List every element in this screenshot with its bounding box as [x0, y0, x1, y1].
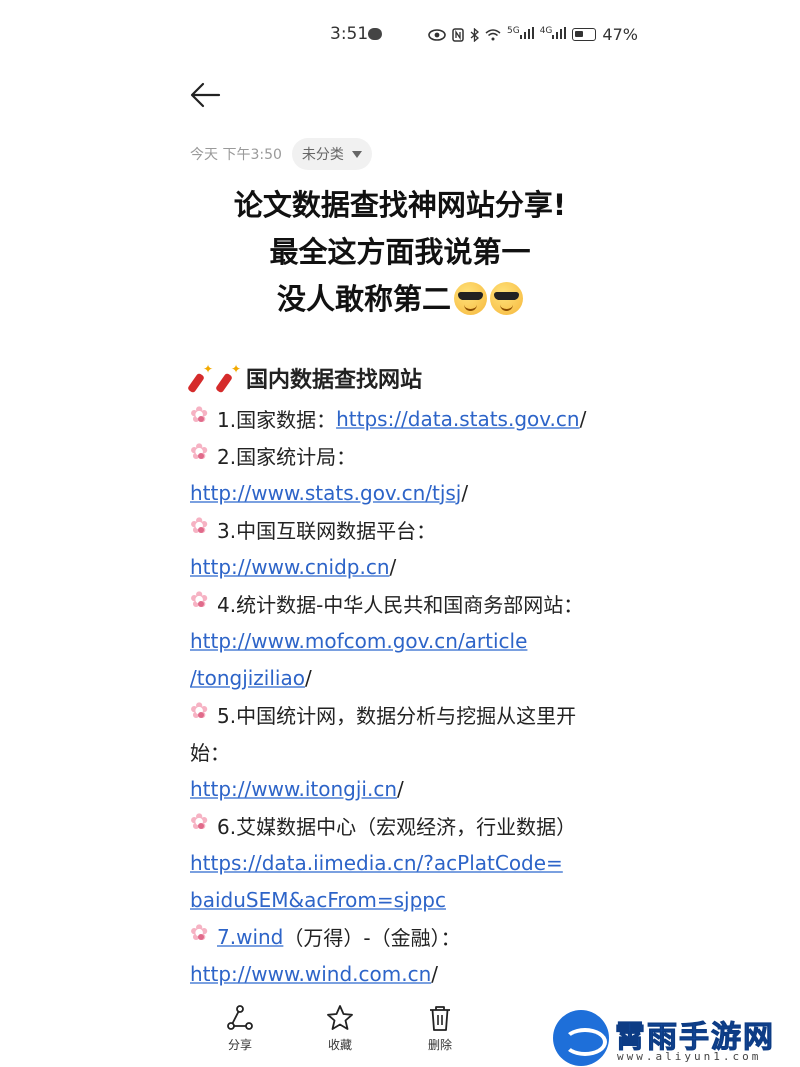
cherry-blossom-icon	[190, 701, 212, 726]
list-item: 5.中国统计网，数据分析与挖掘从这里开	[190, 696, 610, 733]
title-line-3-wrap: 没人敢称第二	[190, 276, 610, 323]
item-label: 3.中国互联网数据平台：	[217, 519, 437, 543]
item-link[interactable]: http://www.itongji.cn	[190, 777, 397, 801]
note-timestamp: 今天 下午3:50	[190, 147, 282, 163]
item-slash: /	[461, 480, 469, 505]
cherry-blossom-icon	[190, 516, 212, 541]
cherry-blossom-icon	[190, 812, 212, 837]
caret-down-icon	[351, 150, 362, 158]
item-slash: /	[579, 406, 587, 431]
firecracker-emoji-icon	[218, 362, 242, 392]
list-item: 2.国家统计局：	[190, 437, 610, 474]
list-item-link-line: https://data.iimedia.cn/?acPlatCode=	[190, 844, 610, 881]
item-link[interactable]: http://www.cnidp.cn	[190, 555, 390, 579]
note-title: 论文数据查找神网站分享! 最全这方面我说第一 没人敢称第二	[190, 182, 610, 323]
list-item-link-line: http://www.wind.com.cn /	[190, 955, 610, 992]
watermark: 霄雨手游网 www.aliyun1.com	[553, 1010, 798, 1066]
item-slash: /	[397, 776, 404, 801]
item-label: 2.国家统计局：	[217, 445, 357, 469]
list-item-link-line: /tongjiziliao /	[190, 659, 610, 696]
list-item: 3.中国互联网数据平台：	[190, 511, 610, 548]
status-time: 3:51	[330, 24, 369, 44]
delete-button[interactable]: 删除	[390, 1003, 490, 1059]
share-label: 分享	[227, 1038, 252, 1052]
item-link[interactable]: /tongjiziliao	[190, 666, 305, 690]
category-label: 未分类	[301, 147, 344, 163]
note-body: 国内数据查找网站 1.国家数据： https://data.stats.gov.…	[190, 360, 610, 992]
bluetooth-icon	[470, 27, 479, 42]
item-slash: /	[304, 665, 312, 690]
cherry-blossom-icon	[190, 590, 212, 615]
eye-icon	[428, 28, 446, 41]
bottom-action-bar: 分享 收藏 删除	[190, 1003, 490, 1059]
note-meta: 今天 下午3:50 未分类	[190, 138, 372, 170]
list-item: 4.统计数据-中华人民共和国商务部网站：	[190, 585, 610, 622]
wifi-icon	[485, 29, 501, 41]
item-label: 1.国家数据：	[217, 408, 337, 432]
list-item-link-line: http://www.stats.gov.cn/tjsj /	[190, 474, 610, 511]
cherry-blossom-icon	[190, 442, 212, 467]
signal-icon-2: 4G	[540, 26, 567, 42]
watermark-url: www.aliyun1.com	[617, 1050, 762, 1063]
back-arrow-icon	[190, 82, 221, 108]
list-item-link-line: baiduSEM&acFrom=sjppc	[190, 881, 610, 918]
list-item-link-line: http://www.cnidp.cn /	[190, 548, 610, 585]
item-slash: /	[431, 961, 438, 986]
list-item-continued: 始：	[190, 733, 610, 770]
delete-label: 删除	[427, 1038, 452, 1052]
watermark-logo-icon	[553, 1010, 609, 1066]
category-dropdown[interactable]: 未分类	[291, 138, 372, 170]
item-label: 5.中国统计网，数据分析与挖掘从这里开	[217, 704, 577, 728]
item-label: 始：	[190, 741, 230, 765]
sunglasses-emoji-icon	[454, 282, 487, 315]
item-link[interactable]: http://www.stats.gov.cn/tjsj	[190, 481, 461, 505]
item-link[interactable]: 7.wind	[217, 925, 283, 949]
battery-icon	[572, 28, 597, 41]
star-icon	[327, 1005, 353, 1030]
title-line-1: 论文数据查找神网站分享!	[233, 188, 567, 222]
section-heading: 国内数据查找网站	[190, 360, 610, 396]
share-icon	[227, 1005, 253, 1030]
cherry-blossom-icon	[190, 923, 212, 948]
item-slash: /	[389, 554, 397, 579]
item-link[interactable]: https://data.stats.gov.cn	[336, 407, 579, 431]
item-link[interactable]: baiduSEM&acFrom=sjppc	[190, 888, 446, 912]
title-line-3: 没人敢称第二	[276, 282, 451, 316]
firecracker-emoji-icon	[190, 362, 214, 392]
title-line-2: 最全这方面我说第一	[269, 235, 531, 269]
back-button[interactable]	[188, 78, 224, 112]
status-bar: 3:51 5G 4G 47%	[0, 22, 800, 50]
favorite-label: 收藏	[327, 1038, 352, 1052]
item-link[interactable]: https://data.iimedia.cn/?acPlatCode=	[190, 851, 563, 875]
status-icons: 5G 4G 47%	[428, 25, 638, 44]
trash-icon	[430, 1006, 450, 1031]
item-label: （万得）-（金融）：	[283, 926, 461, 950]
item-link[interactable]: http://www.mofcom.gov.cn/article	[190, 629, 527, 653]
list-item-link-line: http://www.mofcom.gov.cn/article	[190, 622, 610, 659]
nfc-icon	[452, 27, 464, 42]
item-label: 4.统计数据-中华人民共和国商务部网站：	[217, 593, 584, 617]
item-label: 6.艾媒数据中心（宏观经济，行业数据）	[217, 815, 577, 839]
list-item-link-line: http://www.itongji.cn /	[190, 770, 610, 807]
signal-icon: 5G	[507, 26, 534, 42]
sunglasses-emoji-icon	[490, 282, 523, 315]
item-link[interactable]: http://www.wind.com.cn	[190, 962, 431, 986]
signal-2-label: 4G	[539, 26, 553, 37]
message-icon	[368, 28, 382, 40]
signal-1-label: 5G	[507, 26, 520, 37]
cherry-blossom-icon	[190, 405, 212, 430]
list-item: 1.国家数据： https://data.stats.gov.cn /	[190, 400, 610, 437]
list-item: 6.艾媒数据中心（宏观经济，行业数据）	[190, 807, 610, 844]
list-item: 7.wind （万得）-（金融）：	[190, 918, 610, 955]
battery-percent: 47%	[602, 25, 638, 44]
favorite-button[interactable]: 收藏	[290, 1003, 390, 1059]
section-heading-text: 国内数据查找网站	[246, 368, 423, 393]
share-button[interactable]: 分享	[190, 1003, 290, 1059]
